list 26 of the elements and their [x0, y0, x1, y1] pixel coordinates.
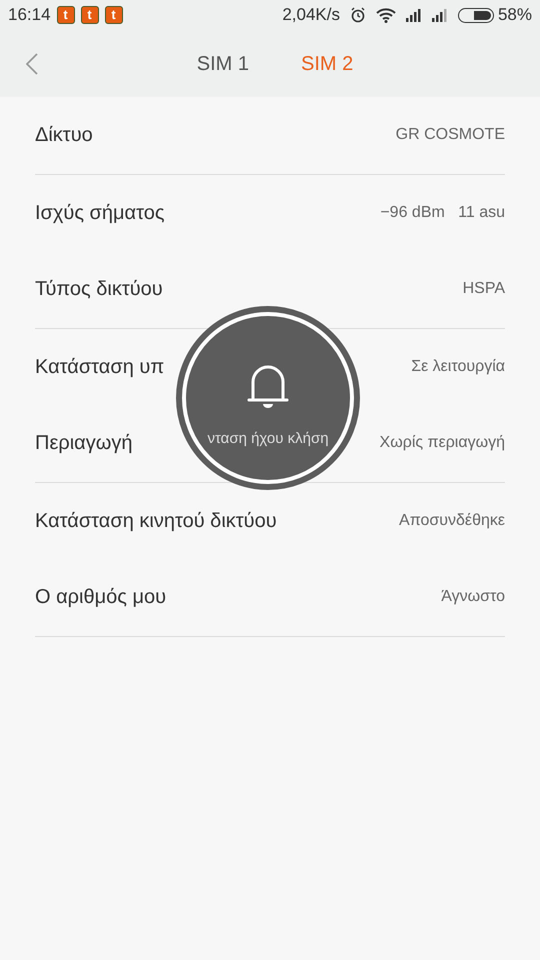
sim-tab[interactable]: SIM 1: [196, 48, 249, 78]
setting-value: −96 dBm 11 asu: [380, 202, 505, 223]
network-speed: 2,04K/s: [282, 4, 340, 26]
volume-label: νταση ήχου κλήση: [207, 428, 329, 449]
back-icon[interactable]: [26, 53, 38, 75]
setting-value: HSPA: [462, 279, 505, 300]
battery-percentage: 58%: [498, 4, 532, 26]
setting-value: Σε λειτουργία: [411, 356, 505, 377]
setting-value: Αποσυνδέθηκε: [399, 510, 505, 531]
setting-label: Τύπος δικτύου: [35, 277, 163, 302]
setting-value: Άγνωστο: [441, 587, 505, 608]
alarm-icon: [350, 7, 366, 23]
wifi-icon: [376, 8, 396, 22]
setting-label: Δίκτυο: [35, 123, 93, 148]
setting-label: Κατάσταση υπ: [35, 354, 164, 380]
setting-label: Κατάσταση κινητού δικτύου: [35, 508, 277, 534]
setting-label: Ο αριθμός μου: [35, 585, 166, 610]
app-notification-icon: t: [80, 6, 99, 24]
clock: 16:14: [8, 4, 51, 26]
setting-value: Χωρίς περιαγωγή: [380, 433, 505, 454]
app-notification-icon: t: [104, 6, 123, 24]
setting-label: Ισχύς σήματος: [35, 200, 164, 226]
setting-value: GR COSMOTE: [396, 125, 505, 146]
app-notification-icon: t: [56, 6, 75, 24]
battery-icon: [458, 8, 494, 22]
setting-label: Περιαγωγή: [35, 431, 132, 456]
